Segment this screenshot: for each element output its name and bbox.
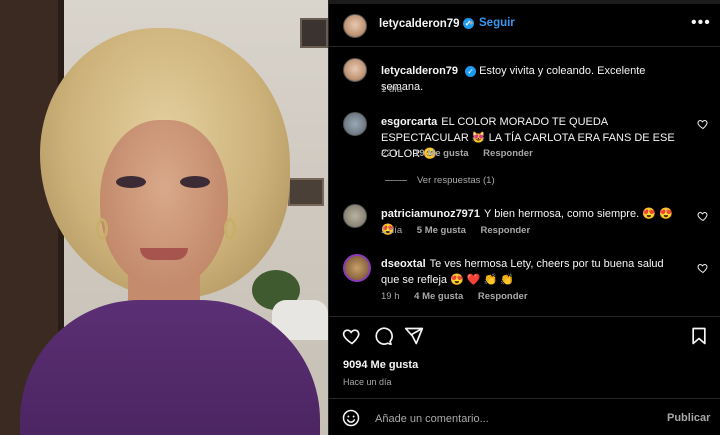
comment-text: dseoxtal Te ves hermosa Lety, cheers por … (381, 256, 681, 288)
comment-avatar[interactable] (343, 254, 371, 282)
actions-divider (329, 316, 720, 317)
separator-dot: • (469, 16, 474, 30)
comment-composer: Publicar (329, 400, 720, 435)
likes-count[interactable]: 9094 Me gusta (343, 359, 418, 371)
author-avatar[interactable] (343, 14, 367, 38)
comment-avatar[interactable] (343, 112, 367, 136)
caption-meta: 1 día (381, 84, 414, 95)
comment-input[interactable] (373, 408, 617, 430)
caption-time[interactable]: 1 día (381, 84, 402, 95)
post-actions (329, 326, 720, 350)
emoji-icon[interactable] (342, 409, 360, 427)
post-photo[interactable] (0, 0, 328, 435)
share-icon[interactable] (404, 326, 424, 346)
comment-time[interactable]: 22 h (381, 148, 400, 159)
comment-likes[interactable]: 5 Me gusta (417, 225, 466, 236)
replies-line (385, 179, 407, 181)
comment-avatar[interactable] (343, 204, 367, 228)
view-replies[interactable]: Ver respuestas (1) (385, 175, 495, 186)
comment-likes[interactable]: 19 Me gusta (414, 148, 468, 159)
publish-button[interactable]: Publicar (667, 412, 710, 424)
caption-text: letycalderon79 ✓ Estoy vivita y coleando.… (381, 63, 681, 95)
caption-avatar[interactable] (343, 58, 367, 82)
composer-divider (329, 398, 720, 399)
photo-mouth (140, 248, 188, 260)
post-time[interactable]: Hace un día (343, 377, 392, 387)
author-username-wrap: letycalderon79 ✓ (379, 18, 474, 30)
caption-username[interactable]: letycalderon79 (381, 65, 458, 77)
photo-earring (96, 218, 108, 240)
heart-icon[interactable] (697, 262, 709, 274)
comment-username[interactable]: dseoxtal (381, 258, 426, 270)
reply-button[interactable]: Responder (483, 148, 533, 159)
comment-meta: 19 h 4 Me gusta Responder (381, 291, 540, 302)
comment-time[interactable]: 1 día (381, 225, 402, 236)
photo-eye (116, 176, 146, 188)
comment-username[interactable]: patriciamunoz7971 (381, 208, 480, 220)
comment-time[interactable]: 19 h (381, 291, 400, 302)
top-strip (329, 0, 720, 4)
header-divider (329, 46, 720, 47)
view-replies-label[interactable]: Ver respuestas (1) (417, 175, 495, 186)
reply-button[interactable]: Responder (478, 291, 528, 302)
heart-icon[interactable] (342, 326, 362, 346)
photo-wall-frame (300, 18, 328, 48)
photo-wall-frame (288, 178, 324, 206)
photo-eye (180, 176, 210, 188)
heart-icon[interactable] (697, 118, 709, 130)
post-header: letycalderon79 ✓ • Seguir ••• (329, 6, 720, 46)
heart-icon[interactable] (697, 210, 709, 222)
follow-button[interactable]: Seguir (479, 17, 515, 29)
comment-icon[interactable] (373, 326, 393, 346)
comment-meta: 1 día 5 Me gusta Responder (381, 225, 542, 236)
more-icon[interactable]: ••• (691, 14, 711, 32)
comment-meta: 22 h 19 Me gusta Responder (381, 148, 545, 159)
photo-face (100, 120, 228, 290)
reply-button[interactable]: Responder (481, 225, 531, 236)
bookmark-icon[interactable] (689, 326, 709, 346)
verified-icon: ✓ (465, 65, 477, 77)
author-username[interactable]: letycalderon79 (379, 18, 460, 30)
photo-earring (224, 218, 236, 240)
comment-likes[interactable]: 4 Me gusta (414, 291, 463, 302)
comment-username[interactable]: esgorcarta (381, 116, 437, 128)
post-side-panel: letycalderon79 ✓ • Seguir ••• letycaldero… (328, 0, 720, 435)
